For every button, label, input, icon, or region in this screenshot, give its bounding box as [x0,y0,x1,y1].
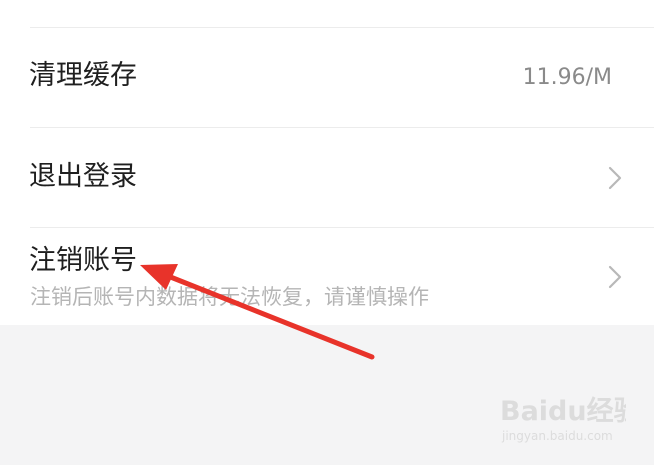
clear-cache-label: 清理缓存 [29,60,137,91]
chevron-right-icon [608,265,622,289]
deactivate-account-subtitle: 注销后账号内数据将无法恢复，请谨慎操作 [30,285,429,309]
watermark-url: jingyan.baidu.com [501,429,613,443]
cache-size-value: 11.96/M [522,65,612,90]
watermark-brand: Baidu经验 [500,395,626,427]
logout-row[interactable]: 退出登录 [0,128,654,227]
settings-list: 清理缓存 11.96/M 退出登录 注销账号 注销后账号内数据将无法恢复，请谨慎… [0,0,654,325]
chevron-right-icon [608,166,622,190]
deactivate-account-row[interactable]: 注销账号 注销后账号内数据将无法恢复，请谨慎操作 [0,228,654,325]
clear-cache-row[interactable]: 清理缓存 11.96/M [0,28,654,128]
deactivate-account-label: 注销账号 [29,245,137,276]
baidu-jingyan-watermark: Baidu经验 jingyan.baidu.com [500,395,626,443]
logout-label: 退出登录 [29,161,137,192]
